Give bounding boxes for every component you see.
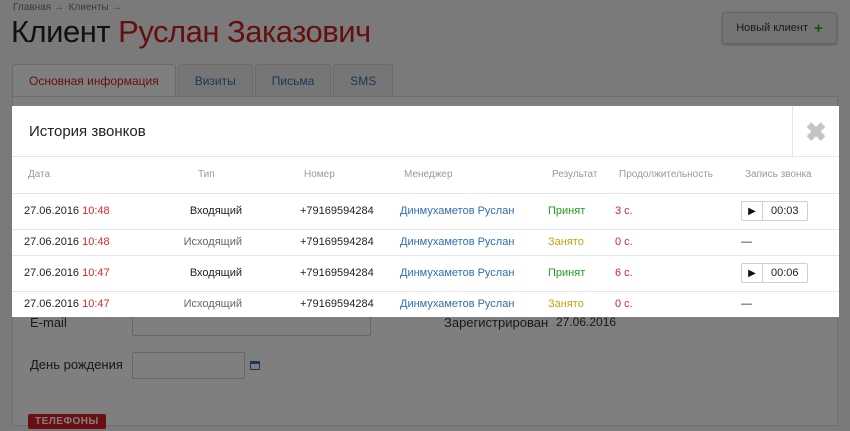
call-date: 27.06.2016: [24, 298, 80, 311]
call-time: 10:48: [82, 205, 110, 217]
recording-cell: —: [729, 229, 839, 256]
date-cell: 27.06.2016 10:47: [12, 291, 182, 317]
recording-player: ▶ 00:03: [741, 201, 808, 221]
call-time: 10:48: [82, 236, 110, 248]
call-type: Исходящий: [182, 229, 288, 256]
recording-cell: ▶ 00:03: [729, 193, 839, 230]
call-date: 27.06.2016: [24, 236, 80, 248]
call-type: Входящий: [182, 193, 288, 230]
date-cell: 27.06.2016 10:48: [12, 229, 182, 256]
call-duration: 0 с.: [603, 229, 729, 256]
manager-link[interactable]: Динмухаметов Руслан: [400, 205, 514, 217]
column-header-result: Результат: [536, 157, 603, 194]
manager-link[interactable]: Динмухаметов Руслан: [400, 267, 514, 279]
column-header-date: Дата: [12, 157, 182, 194]
table-row: 27.06.2016 10:48 Входящий +79169594284 Д…: [12, 193, 839, 230]
call-result: Принят: [536, 193, 603, 230]
call-duration: 0 с.: [615, 298, 633, 311]
recording-player: ▶ 00:06: [741, 263, 808, 283]
phone-number: +79169594284: [300, 298, 374, 311]
column-header-duration: Продолжительность: [603, 157, 729, 194]
call-result: Принят: [536, 255, 603, 292]
call-history-modal: История звонков ✖ Дата Тип Номер Менедже…: [12, 106, 839, 317]
call-type: Исходящий: [183, 298, 242, 311]
call-date: 27.06.2016: [24, 267, 80, 279]
column-header-manager: Менеджер: [388, 157, 536, 194]
no-recording: —: [741, 236, 752, 248]
manager-link[interactable]: Динмухаметов Руслан: [400, 298, 514, 310]
call-duration: 3 с.: [603, 193, 729, 230]
play-icon[interactable]: ▶: [742, 264, 763, 282]
phone-number: +79169594284: [288, 229, 388, 256]
call-history-table: Дата Тип Номер Менеджер Результат Продол…: [12, 157, 839, 317]
recording-cell: —: [729, 291, 839, 317]
date-cell: 27.06.2016 10:48: [12, 193, 182, 230]
recording-time: 00:03: [771, 205, 799, 217]
recording-cell: ▶ 00:06: [729, 255, 839, 292]
phone-number: +79169594284: [288, 255, 388, 292]
table-row: 27.06.2016 10:47 Исходящий +79169594284 …: [12, 291, 839, 317]
column-header-number: Номер: [288, 157, 388, 194]
call-time: 10:47: [82, 267, 110, 279]
no-recording: —: [741, 298, 752, 311]
call-duration: 6 с.: [603, 255, 729, 292]
phone-number: +79169594284: [288, 193, 388, 230]
call-type: Входящий: [182, 255, 288, 292]
call-time: 10:47: [82, 298, 110, 311]
column-header-type: Тип: [182, 157, 288, 194]
play-icon[interactable]: ▶: [742, 202, 763, 220]
call-result: Занято: [548, 298, 584, 311]
close-button[interactable]: ✖: [792, 106, 839, 157]
call-result: Занято: [536, 229, 603, 256]
date-cell: 27.06.2016 10:47: [12, 255, 182, 292]
manager-link[interactable]: Динмухаметов Руслан: [400, 236, 514, 248]
table-row: 27.06.2016 10:48 Исходящий +79169594284 …: [12, 229, 839, 256]
call-date: 27.06.2016: [24, 205, 80, 217]
table-row: 27.06.2016 10:47 Входящий +79169594284 Д…: [12, 255, 839, 292]
close-icon: ✖: [805, 116, 827, 147]
table-header-row: Дата Тип Номер Менеджер Результат Продол…: [12, 157, 839, 194]
modal-header: История звонков ✖: [12, 106, 839, 157]
modal-title: История звонков: [29, 123, 146, 140]
column-header-recording: Запись звонка: [729, 157, 839, 194]
recording-time: 00:06: [771, 267, 799, 279]
